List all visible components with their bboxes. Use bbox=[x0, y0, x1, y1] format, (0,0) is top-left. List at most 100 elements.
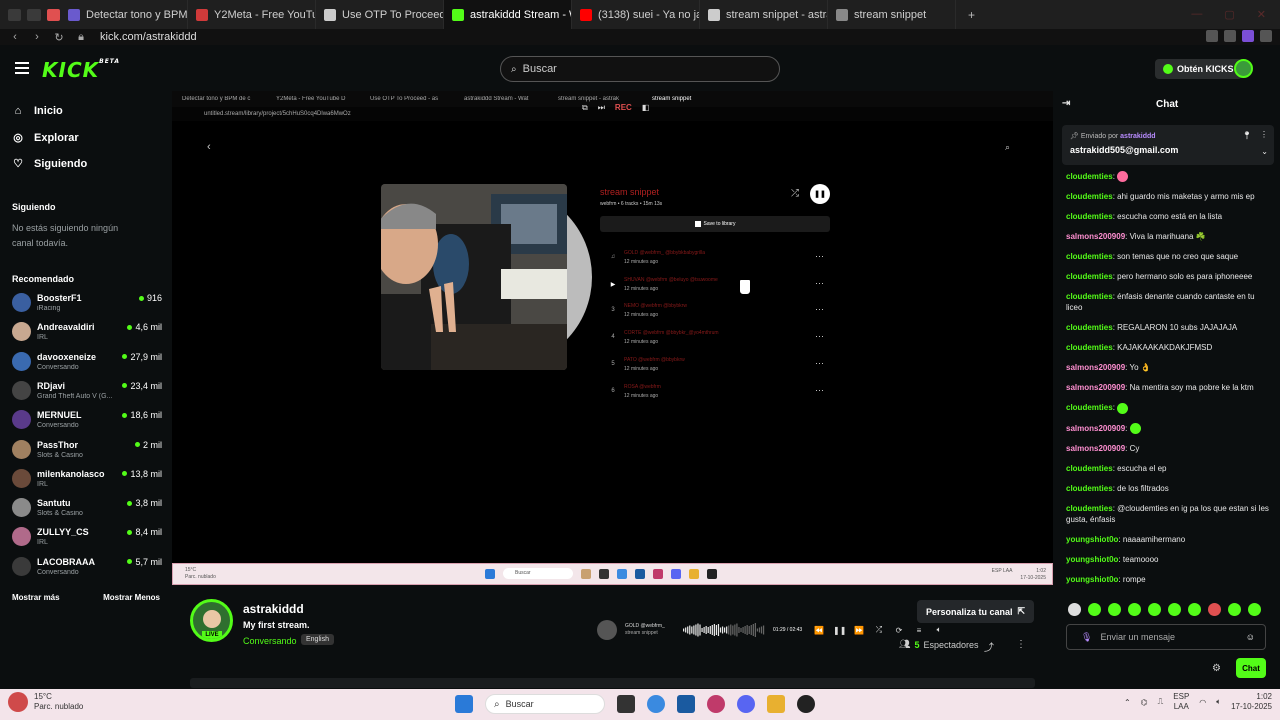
emote-icon[interactable] bbox=[1168, 603, 1181, 616]
chat-username[interactable]: youngshiot0o bbox=[1066, 555, 1118, 564]
chat-input[interactable] bbox=[1100, 632, 1241, 642]
maximize-icon[interactable]: ▢ bbox=[1224, 8, 1234, 21]
language-indicator[interactable]: ESP LAA bbox=[1173, 692, 1189, 712]
recommended-channel[interactable]: Andreavaldiri IRL 4,6 mil bbox=[12, 320, 162, 346]
hamburger-menu-icon[interactable] bbox=[15, 62, 29, 74]
get-kicks-button[interactable]: Obtén KICKS bbox=[1155, 59, 1242, 79]
wifi-icon[interactable]: ◠ bbox=[1199, 698, 1206, 707]
clock[interactable]: 1:02 17-10-2025 bbox=[1231, 692, 1272, 712]
chat-username[interactable]: cloudemties bbox=[1066, 343, 1113, 352]
chat-username[interactable]: salmons200909 bbox=[1066, 424, 1125, 433]
url-field[interactable]: kick.com/astrakiddd bbox=[100, 31, 197, 43]
chat-username[interactable]: cloudemties bbox=[1066, 272, 1113, 281]
chat-username[interactable]: cloudemties bbox=[1066, 212, 1113, 221]
recommended-channel[interactable]: davooxeneize Conversando 27,9 mil bbox=[12, 350, 162, 376]
emote-icon[interactable] bbox=[1128, 603, 1141, 616]
new-tab-icon[interactable]: + bbox=[968, 8, 975, 22]
emote-icon[interactable] bbox=[1208, 603, 1221, 616]
menu-icon[interactable] bbox=[1260, 30, 1272, 42]
search-input[interactable] bbox=[522, 63, 665, 75]
sidebar-item-home[interactable]: ⌂ Inicio bbox=[12, 105, 63, 117]
emote-icon[interactable] bbox=[1188, 603, 1201, 616]
discord-icon[interactable] bbox=[737, 695, 755, 713]
profile-icon[interactable] bbox=[1242, 30, 1254, 42]
recommended-channel[interactable]: RDjavi Grand Theft Auto V (G... 23,4 mil bbox=[12, 379, 162, 405]
back-icon[interactable]: ‹ bbox=[8, 31, 22, 43]
stream-category[interactable]: Conversando bbox=[243, 636, 297, 646]
recommended-channel[interactable]: ZULLYY_CS IRL 8,4 mil bbox=[12, 525, 162, 551]
app-icon[interactable] bbox=[8, 8, 22, 21]
sidebar-item-explore[interactable]: ◎ Explorar bbox=[12, 131, 78, 145]
chat-username[interactable]: cloudemties bbox=[1066, 403, 1113, 412]
weather-widget[interactable]: 15°C Parc. nublado bbox=[8, 692, 83, 712]
show-less-button[interactable]: Mostrar Menos bbox=[103, 593, 160, 602]
recommended-channel[interactable]: milenkanolasco IRL 13,8 mil bbox=[12, 467, 162, 493]
recommended-channel[interactable]: MERNUEL Conversando 18,6 mil bbox=[12, 408, 162, 434]
show-more-button[interactable]: Mostrar más bbox=[12, 593, 60, 602]
recommended-channel[interactable]: Santutu Slots & Casino 3,8 mil bbox=[12, 496, 162, 522]
network-icon[interactable]: ⌬ bbox=[1141, 698, 1148, 707]
chat-username[interactable]: youngshiot0o bbox=[1066, 575, 1118, 584]
extension-icon[interactable] bbox=[1224, 30, 1236, 42]
chat-username[interactable]: salmons200909 bbox=[1066, 232, 1125, 241]
video-player[interactable]: Detectar tono y BPM de c Y2Meta - Free Yo… bbox=[172, 91, 1053, 640]
recommended-channel[interactable]: BoosterF1 iRacing 916 bbox=[12, 291, 162, 317]
chat-username[interactable]: youngshiot0o bbox=[1066, 535, 1118, 544]
user-avatar[interactable] bbox=[1234, 59, 1253, 78]
obs-icon[interactable] bbox=[797, 695, 815, 713]
recommended-channel[interactable]: PassThor Slots & Casino 2 mil bbox=[12, 438, 162, 464]
calculator-icon[interactable] bbox=[677, 695, 695, 713]
folder-icon[interactable] bbox=[767, 695, 785, 713]
emote-icon[interactable] bbox=[1088, 603, 1101, 616]
collapse-chat-icon[interactable]: ⇥ bbox=[1062, 98, 1070, 109]
chat-username[interactable]: cloudemties bbox=[1066, 504, 1113, 513]
share-icon[interactable]: ⤴ bbox=[984, 639, 994, 654]
copilot-icon[interactable] bbox=[647, 695, 665, 713]
chevron-down-icon[interactable]: ⌄ bbox=[1261, 147, 1268, 156]
more-options-icon[interactable]: ⋮ bbox=[1016, 639, 1026, 650]
chat-username[interactable]: cloudemties bbox=[1066, 252, 1113, 261]
emoji-icon[interactable]: ☺ bbox=[1246, 632, 1255, 642]
emote-icon[interactable] bbox=[1108, 603, 1121, 616]
emote-icon[interactable] bbox=[1148, 603, 1161, 616]
taskbar-search[interactable]: ⌕ bbox=[485, 694, 605, 714]
streamer-name[interactable]: astrakiddd bbox=[243, 602, 304, 616]
chat-username[interactable]: salmons200909 bbox=[1066, 444, 1125, 453]
chat-username[interactable]: cloudemties bbox=[1066, 292, 1113, 301]
browser-tab[interactable]: Detectar tono y BPM de c bbox=[60, 0, 188, 29]
kick-logo[interactable]: KICKBETA bbox=[42, 58, 120, 82]
chat-username[interactable]: salmons200909 bbox=[1066, 383, 1125, 392]
minimize-icon[interactable]: — bbox=[1191, 8, 1202, 21]
chat-username[interactable]: salmons200909 bbox=[1066, 363, 1125, 372]
browser-tab[interactable]: stream snippet - astrakidd bbox=[700, 0, 828, 29]
opera-icon[interactable] bbox=[707, 695, 725, 713]
chat-username[interactable]: cloudemties bbox=[1066, 172, 1113, 181]
customize-channel-button[interactable]: Personaliza tu canal ⇱ bbox=[917, 600, 1034, 623]
tab-group-icon[interactable] bbox=[27, 8, 41, 21]
extension-icon[interactable] bbox=[1206, 30, 1218, 42]
extension-icon[interactable] bbox=[46, 8, 60, 21]
browser-tab[interactable]: (3138) suei - Ya no jaja (L bbox=[572, 0, 700, 29]
recommended-channel[interactable]: LACOBRAAA Conversando 5,7 mil bbox=[12, 555, 162, 581]
browser-tab[interactable]: stream snippet bbox=[828, 0, 956, 29]
close-icon[interactable]: ✕ bbox=[1257, 8, 1266, 21]
chat-input-box[interactable]: 🎙︎ ☺ bbox=[1066, 624, 1266, 650]
browser-tab[interactable]: Use OTP To Proceed - as bbox=[316, 0, 444, 29]
windows-start-icon[interactable] bbox=[455, 695, 473, 713]
pinned-by-user[interactable]: astrakiddd bbox=[1120, 133, 1155, 140]
pinned-more-icon[interactable]: ⋮ bbox=[1260, 130, 1268, 139]
browser-tab[interactable]: Y2Meta - Free YouTube D bbox=[188, 0, 316, 29]
streamer-avatar[interactable]: LIVE bbox=[190, 599, 233, 642]
forward-icon[interactable]: › bbox=[30, 31, 44, 43]
emote-icon[interactable] bbox=[1228, 603, 1241, 616]
chevron-up-icon[interactable]: ⌃ bbox=[1124, 698, 1131, 707]
sidebar-item-following[interactable]: ♡ Siguiendo bbox=[12, 157, 87, 171]
emote-icon[interactable] bbox=[1068, 603, 1081, 616]
volume-icon[interactable]: 🔈︎ bbox=[1216, 697, 1221, 707]
gear-icon[interactable]: ⚙ bbox=[1212, 663, 1221, 674]
chat-username[interactable]: cloudemties bbox=[1066, 484, 1113, 493]
taskbar-search-input[interactable] bbox=[505, 699, 586, 709]
chat-username[interactable]: cloudemties bbox=[1066, 464, 1113, 473]
chat-username[interactable]: cloudemties bbox=[1066, 192, 1113, 201]
send-chat-button[interactable]: Chat bbox=[1236, 658, 1266, 678]
